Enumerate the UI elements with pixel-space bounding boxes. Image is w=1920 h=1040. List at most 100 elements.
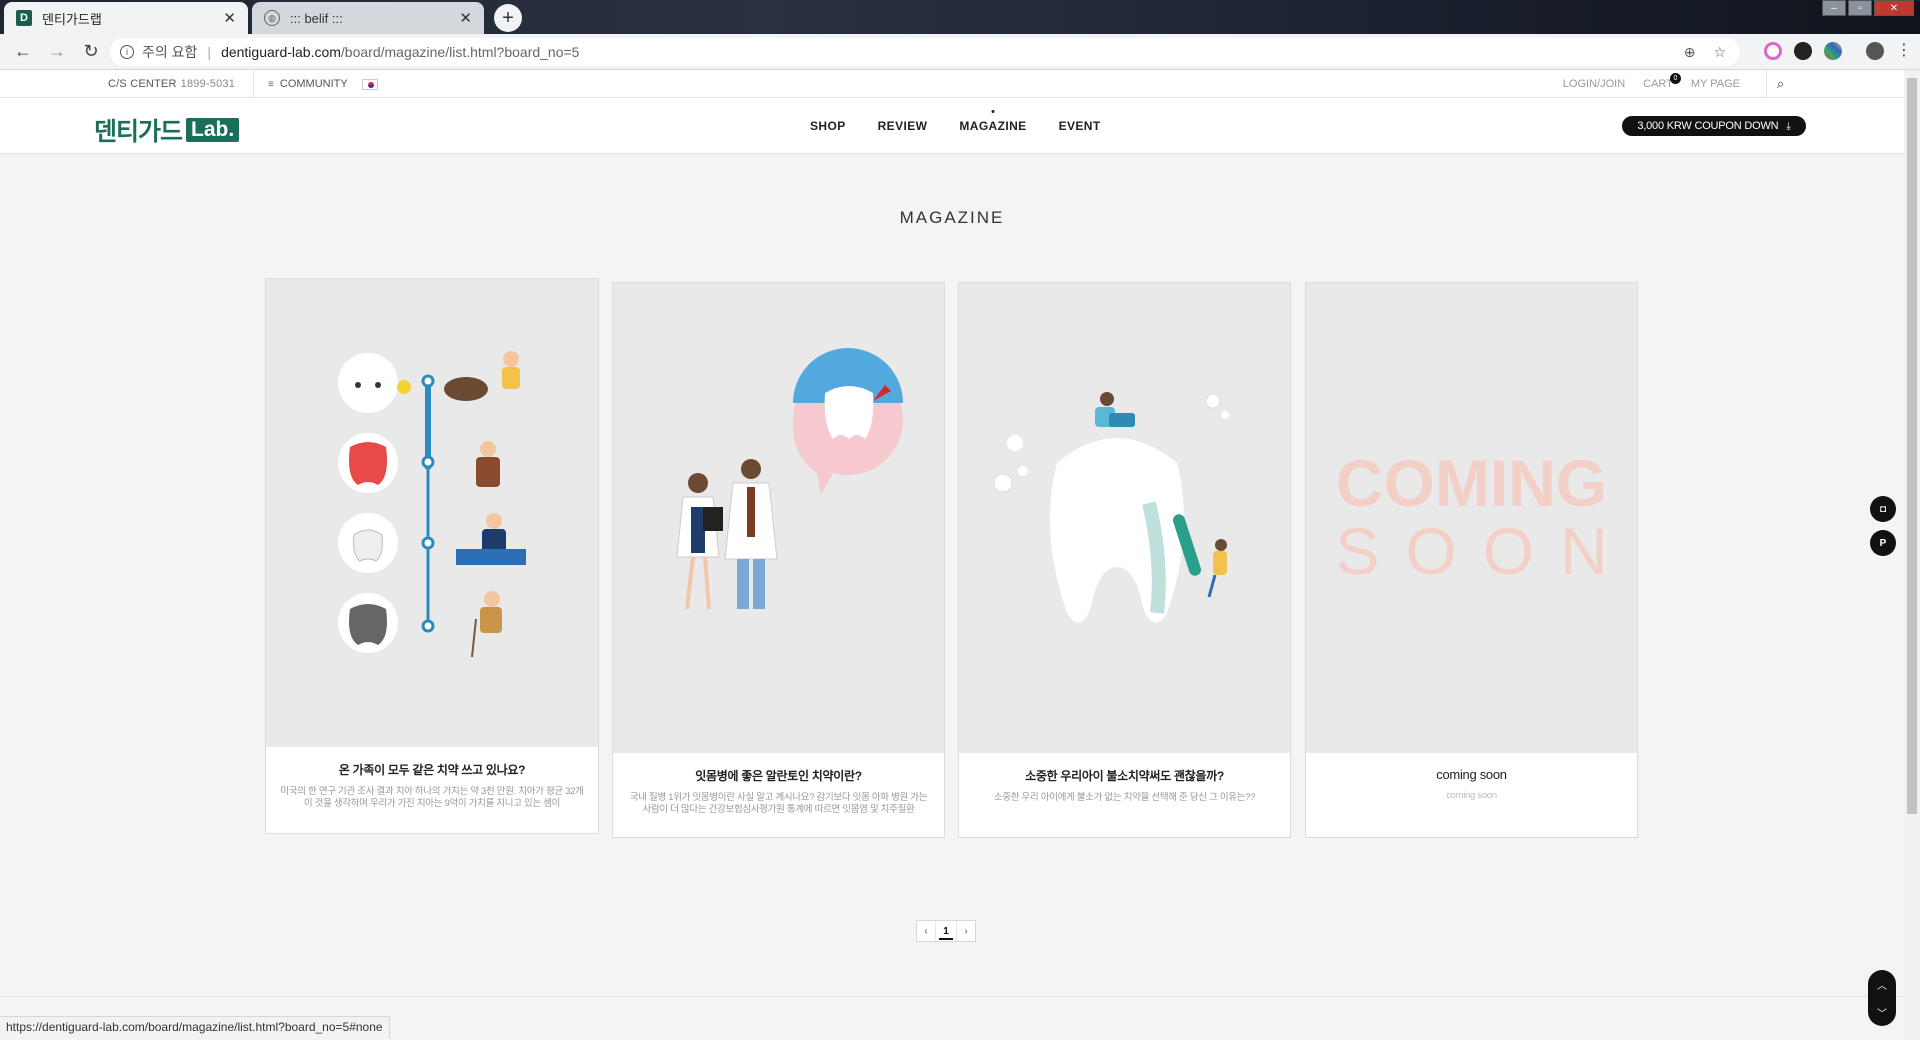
- korea-flag-icon[interactable]: [361, 78, 378, 90]
- article-summary: 국내 질병 1위가 잇몸병이란 사실 알고 계시나요? 감기보다 잇몸 아파 병…: [629, 792, 928, 815]
- article-meta: coming soon coming soon: [1306, 751, 1637, 837]
- browser-tab-bar: D 덴티가드랩 ✕ ◍ ::: belif ::: ✕ + – ▫ ✕: [0, 0, 1920, 34]
- search-icon[interactable]: ⌕: [1766, 70, 1794, 98]
- extension-ring-icon[interactable]: [1764, 42, 1782, 60]
- article-meta: 온 가족이 모두 같은 치약 쓰고 있나요? 미국의 한 연구 기관 조사 결과…: [266, 745, 598, 833]
- cart-label: CART: [1643, 78, 1673, 90]
- nav-shop[interactable]: SHOP: [810, 119, 846, 133]
- page-title: MAGAZINE: [899, 208, 1005, 227]
- link-status-bar: https://dentiguard-lab.com/board/magazin…: [0, 1016, 390, 1038]
- logo-text: 덴티가드: [94, 118, 183, 146]
- url-path: /board/magazine/list.html?board_no=5: [340, 44, 580, 60]
- window-controls: – ▫ ✕: [1820, 0, 1914, 16]
- download-icon: ⤓: [1786, 120, 1791, 132]
- pagination: ‹ 1 ›: [916, 920, 976, 942]
- utility-right: LOGIN/JOIN CART 0 MY PAGE ⌕: [1545, 70, 1794, 98]
- scrollbar-thumb[interactable]: [1907, 78, 1917, 814]
- cs-label: C/S CENTER: [108, 78, 177, 90]
- dentists-gum-illustration: [676, 348, 903, 610]
- article-card[interactable]: 온 가족이 모두 같은 치약 쓰고 있나요? 미국의 한 연구 기관 조사 결과…: [265, 278, 599, 834]
- p-icon[interactable]: P: [1870, 530, 1896, 556]
- address-bar: ← → ↻ i 주의 요함 | dentiguard-lab.com/board…: [0, 34, 1920, 70]
- tab-dentiguard[interactable]: D 덴티가드랩 ✕: [4, 2, 248, 34]
- scroll-up-icon[interactable]: ︿: [1877, 977, 1887, 992]
- omnibox-actions: ⊕ ☆: [1684, 44, 1726, 61]
- back-arrow-icon[interactable]: ←: [8, 37, 38, 67]
- bookmark-star-icon[interactable]: ☆: [1713, 44, 1726, 61]
- cart-count-badge: 0: [1669, 73, 1681, 84]
- extension-colorful-icon[interactable]: [1824, 42, 1842, 60]
- community-link[interactable]: ≡ COMMUNITY: [268, 78, 348, 90]
- close-tab-icon[interactable]: ✕: [459, 9, 472, 27]
- instagram-icon[interactable]: ◘: [1870, 496, 1896, 522]
- url-text: dentiguard-lab.com/board/magazine/list.h…: [221, 44, 579, 60]
- util-divider: [253, 70, 255, 98]
- kids-tooth-illustration: [993, 392, 1229, 623]
- dentiguard-favicon-icon: D: [16, 10, 32, 26]
- url-omnibox[interactable]: i 주의 요함 | dentiguard-lab.com/board/magaz…: [110, 38, 1740, 66]
- coupon-label: 3,000 KRW COUPON DOWN: [1637, 120, 1779, 132]
- extension-icons: ⋮: [1764, 42, 1912, 60]
- globe-icon: ◍: [264, 10, 280, 26]
- cart-link[interactable]: CART 0: [1643, 73, 1681, 90]
- extension-shield-icon[interactable]: [1794, 42, 1812, 60]
- close-tab-icon[interactable]: ✕: [223, 9, 236, 27]
- next-page-button[interactable]: ›: [957, 921, 975, 941]
- article-card[interactable]: 잇몸병에 좋은 알란토인 치약이란? 국내 질병 1위가 잇몸병이란 사실 알고…: [612, 282, 945, 838]
- site-logo[interactable]: 덴티가드 Lab.: [94, 112, 240, 148]
- tab-belif[interactable]: ◍ ::: belif ::: ✕: [252, 2, 484, 34]
- profile-avatar-icon[interactable]: [1866, 42, 1884, 60]
- article-card[interactable]: COMING SOON coming soon coming soon: [1305, 282, 1638, 838]
- article-title[interactable]: coming soon: [1306, 767, 1637, 782]
- nav-review[interactable]: REVIEW: [878, 119, 928, 133]
- forward-arrow-icon[interactable]: →: [42, 37, 72, 67]
- cs-phone: 1899-5031: [180, 78, 236, 90]
- prev-page-button[interactable]: ‹: [917, 921, 935, 941]
- scroll-down-icon[interactable]: ﹀: [1877, 1005, 1887, 1020]
- new-tab-button[interactable]: +: [494, 4, 522, 32]
- nav-event[interactable]: EVENT: [1059, 119, 1101, 133]
- omnibox-divider: |: [207, 44, 212, 60]
- page-scrollbar[interactable]: [1904, 70, 1920, 1040]
- maximize-icon[interactable]: ▫: [1848, 0, 1872, 16]
- coming-soon-line1: COMING: [1335, 446, 1608, 520]
- article-summary: 미국의 한 연구 기관 조사 결과 치아 하나의 가치는 약 3천 만원. 치아…: [280, 786, 584, 809]
- utility-left: C/S CENTER 1899-5031 ≡ COMMUNITY: [108, 70, 378, 98]
- article-thumbnail: [613, 283, 944, 753]
- article-meta: 소중한 우리아이 불소치약써도 괜찮을까? 소중한 우리 아이에게 불소가 없는…: [959, 751, 1290, 837]
- security-warning: 주의 요함: [142, 44, 198, 60]
- coming-soon-line2: SOON: [1335, 514, 1634, 588]
- article-card[interactable]: 소중한 우리아이 불소치약써도 괜찮을까? 소중한 우리 아이에게 불소가 없는…: [958, 282, 1291, 838]
- tab-title: ::: belif :::: [290, 10, 343, 26]
- article-thumbnail: [959, 283, 1290, 753]
- article-summary: coming soon: [1446, 790, 1497, 801]
- article-thumbnail: [266, 279, 598, 747]
- article-title[interactable]: 소중한 우리아이 불소치약써도 괜찮을까?: [959, 767, 1290, 784]
- main-nav: SHOP REVIEW MAGAZINE EVENT: [810, 98, 1101, 154]
- article-title[interactable]: 온 가족이 모두 같은 치약 쓰고 있나요?: [266, 761, 598, 778]
- reload-icon[interactable]: ↻: [76, 37, 106, 67]
- cs-center: C/S CENTER 1899-5031: [108, 78, 235, 90]
- browser-menu-icon[interactable]: ⋮: [1896, 42, 1912, 60]
- close-window-icon[interactable]: ✕: [1874, 0, 1914, 16]
- login-join-link[interactable]: LOGIN/JOIN: [1563, 78, 1625, 90]
- article-thumbnail: COMING SOON: [1306, 283, 1637, 753]
- url-host: dentiguard-lab.com: [221, 44, 341, 60]
- article-title[interactable]: 잇몸병에 좋은 알란토인 치약이란?: [613, 767, 944, 784]
- side-quick-links: ◘ P: [1870, 496, 1896, 556]
- site-header: 덴티가드 Lab. SHOP REVIEW MAGAZINE EVENT 3,0…: [0, 98, 1904, 154]
- mypage-link[interactable]: MY PAGE: [1691, 78, 1740, 90]
- nav-magazine[interactable]: MAGAZINE: [959, 119, 1026, 133]
- zoom-icon[interactable]: ⊕: [1684, 44, 1696, 61]
- minimize-icon[interactable]: –: [1822, 0, 1846, 16]
- logo-lab-badge: Lab.: [186, 118, 240, 142]
- info-icon[interactable]: i: [120, 45, 134, 59]
- utility-bar: C/S CENTER 1899-5031 ≡ COMMUNITY LOGIN/JOI…: [0, 70, 1904, 98]
- article-meta: 잇몸병에 좋은 알란토인 치약이란? 국내 질병 1위가 잇몸병이란 사실 알고…: [613, 751, 944, 837]
- community-label: COMMUNITY: [279, 78, 348, 90]
- tab-title: 덴티가드랩: [42, 11, 102, 27]
- coupon-download-button[interactable]: 3,000 KRW COUPON DOWN ⤓: [1622, 116, 1806, 136]
- scroll-top-bottom-buttons: ︿ ﹀: [1868, 970, 1896, 1026]
- footer-divider: [0, 996, 1904, 997]
- page-number-current[interactable]: 1: [935, 921, 957, 941]
